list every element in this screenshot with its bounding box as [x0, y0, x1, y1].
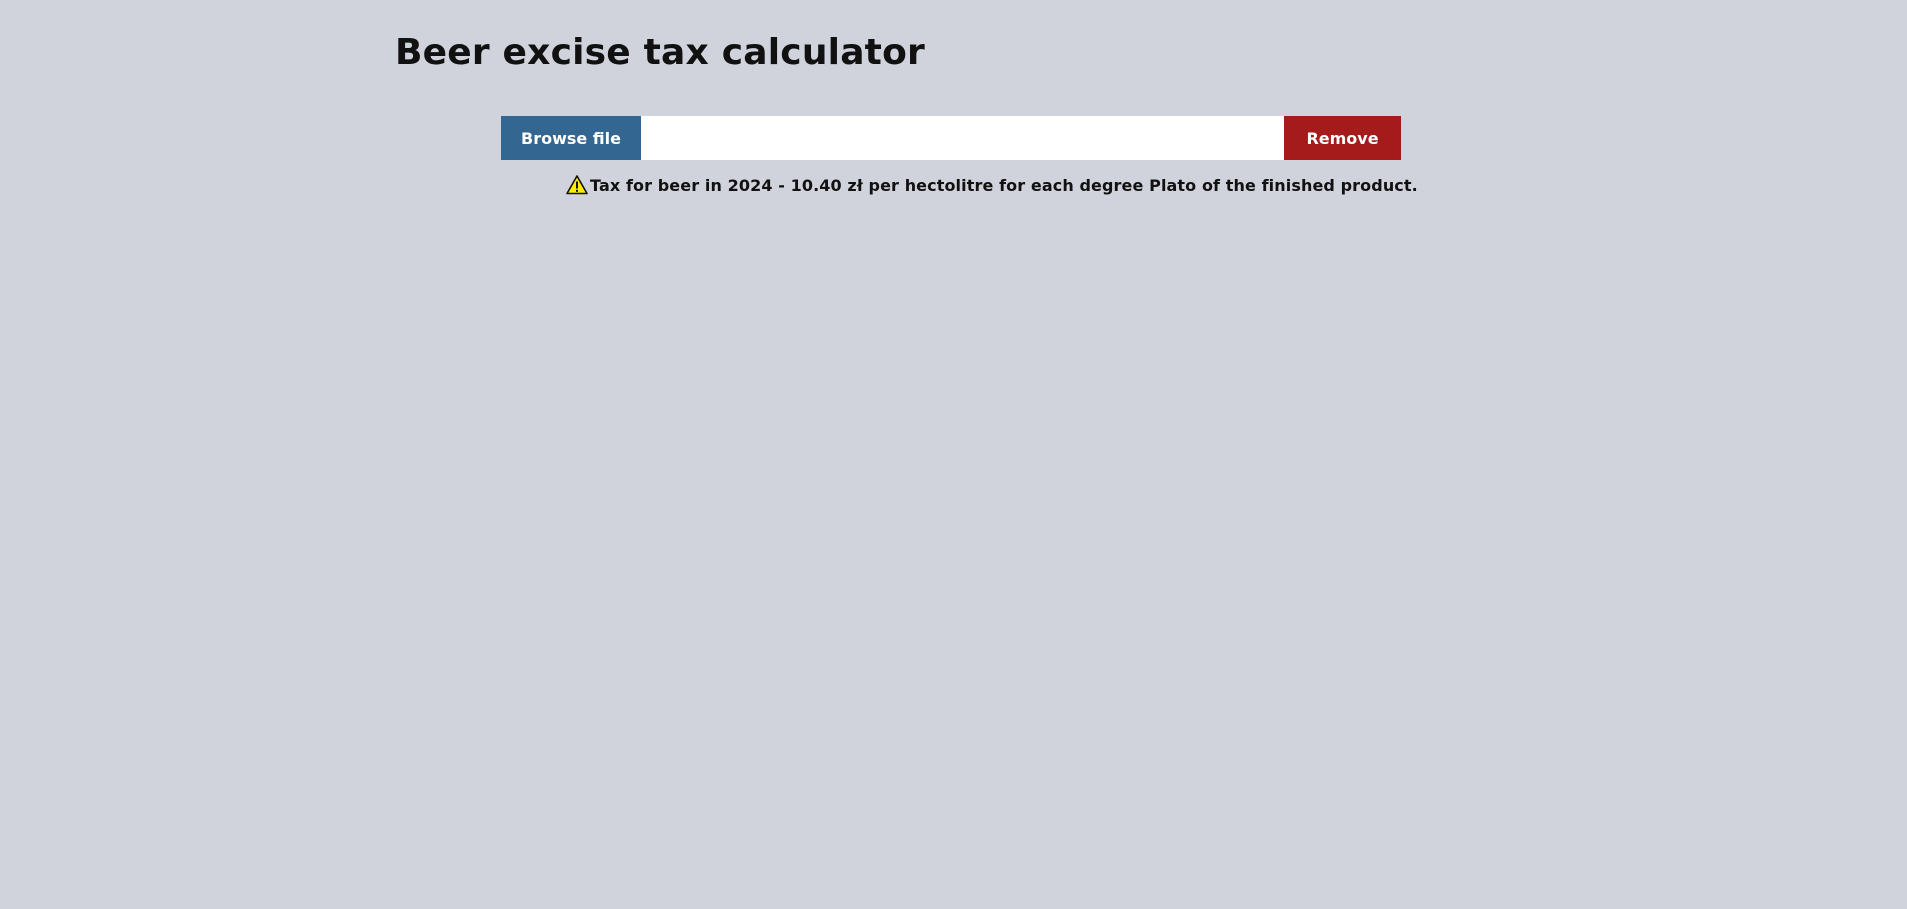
file-name-field[interactable]	[641, 116, 1284, 160]
warning-icon	[566, 174, 588, 196]
remove-button[interactable]: Remove	[1284, 116, 1401, 160]
tax-notice: Tax for beer in 2024 - 10.40 zł per hect…	[566, 174, 1418, 196]
page: Beer excise tax calculator Browse file R…	[0, 0, 1907, 909]
browse-file-button[interactable]: Browse file	[501, 116, 641, 160]
page-title: Beer excise tax calculator	[395, 32, 925, 73]
file-picker: Browse file Remove	[501, 116, 1401, 160]
tax-notice-text: Tax for beer in 2024 - 10.40 zł per hect…	[590, 175, 1418, 195]
